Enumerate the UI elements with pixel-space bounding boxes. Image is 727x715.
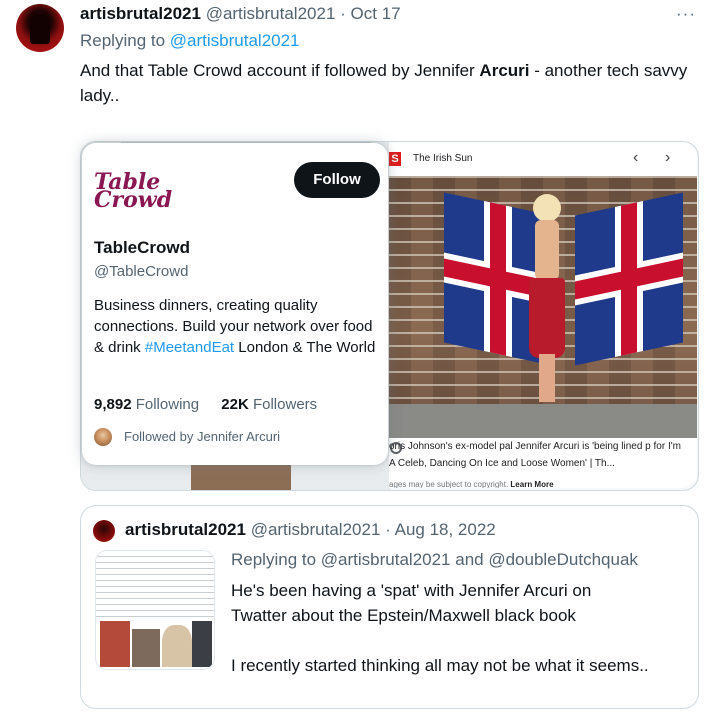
bio-text-end: London & The World (234, 339, 376, 356)
image-search-panel[interactable]: S The Irish Sun ‹ › oris Johnson's ex-mo… (389, 142, 697, 488)
timestamp[interactable]: Oct 17 (351, 4, 401, 23)
tweet-text-start: And that Table Crowd account if followed… (80, 61, 480, 80)
following-count: 9,892 (94, 396, 132, 413)
copyright-text: ages may be subject to copyright. (389, 480, 509, 488)
avatar[interactable] (16, 4, 64, 52)
followed-by-text: Followed by Jennifer Arcuri (124, 429, 281, 444)
quoted-text: He's been having a 'spat' with Jennifer … (231, 578, 651, 703)
quoted-separator: · (385, 520, 391, 539)
quoted-paragraph-1: He's been having a 'spat' with Jennifer … (231, 581, 592, 625)
follow-button[interactable]: Follow (294, 162, 380, 198)
tablecrowd-logo: Table Crowd (94, 171, 173, 213)
source-bar: S The Irish Sun ‹ › (389, 142, 697, 176)
quoted-replying-targets[interactable]: @artisbrutal2021 and @doubleDutchquak (321, 550, 638, 569)
person-figure (529, 194, 565, 404)
author-name[interactable]: artisbrutal2021 (80, 4, 201, 23)
following-stat[interactable]: 9,892 Following (94, 396, 199, 413)
profile-stats: 9,892 Following 22K Followers (94, 396, 317, 413)
logo-line-2: Crowd (94, 187, 173, 213)
quoted-timestamp[interactable]: Aug 18, 2022 (395, 520, 496, 539)
quoted-avatar[interactable] (93, 520, 115, 542)
quoted-replying-to: Replying to @artisbrutal2021 and @double… (231, 550, 638, 570)
author-handle[interactable]: @artisbrutal2021 (206, 4, 336, 23)
profile-name[interactable]: TableCrowd (94, 238, 190, 258)
quoted-media-thumbnail[interactable] (95, 550, 215, 670)
quoted-author-name[interactable]: artisbrutal2021 (125, 520, 246, 539)
more-options-icon[interactable]: ··· (676, 4, 696, 24)
chevron-right-icon[interactable]: › (665, 149, 670, 167)
learn-more-link[interactable]: Learn More (510, 480, 553, 488)
source-name[interactable]: The Irish Sun (413, 153, 472, 164)
avatar-figure (30, 14, 50, 44)
quoted-tweet[interactable]: artisbrutal2021 @artisbrutal2021 · Aug 1… (80, 505, 699, 709)
profile-bio: Business dinners, creating quality conne… (94, 295, 378, 358)
background-block (191, 462, 291, 490)
followers-stat[interactable]: 22K Followers (221, 396, 317, 413)
hashtag-link[interactable]: #MeetandEat (145, 339, 234, 356)
tweet-text-bold: Arcuri (479, 61, 530, 80)
profile-hover-card[interactable]: Table Crowd Follow TableCrowd @TableCrow… (82, 143, 388, 465)
following-label: Following (135, 396, 200, 413)
tweet-text: And that Table Crowd account if followed… (80, 58, 710, 108)
quoted-author-handle[interactable]: @artisbrutal2021 (251, 520, 381, 539)
pavement (389, 404, 697, 438)
copyright-note: ages may be subject to copyright. Learn … (389, 480, 554, 488)
quoted-header: artisbrutal2021 @artisbrutal2021 · Aug 1… (125, 520, 496, 540)
article-photo[interactable] (389, 176, 697, 454)
quoted-paragraph-2: I recently started thinking all may not … (231, 656, 649, 675)
flag-right (575, 192, 683, 366)
followers-count: 22K (221, 396, 249, 413)
replying-to-link[interactable]: @artisbrutal2021 (170, 31, 300, 50)
quoted-replying-prefix: Replying to (231, 550, 317, 569)
tweet[interactable]: artisbrutal2021 @artisbrutal2021 · Oct 1… (0, 0, 727, 715)
replying-prefix: Replying to (80, 31, 166, 50)
separator: · (340, 4, 346, 23)
replying-to: Replying to @artisbrutal2021 (80, 31, 300, 51)
image-caption[interactable]: oris Johnson's ex-model pal Jennifer Arc… (389, 438, 689, 472)
chevron-left-icon[interactable]: ‹ (633, 149, 638, 167)
source-logo: S (389, 152, 401, 166)
followers-label: Followers (252, 396, 318, 413)
followed-by[interactable]: Followed by Jennifer Arcuri (94, 428, 280, 446)
profile-handle[interactable]: @TableCrowd (94, 263, 188, 280)
tweet-header: artisbrutal2021 @artisbrutal2021 · Oct 1… (80, 4, 401, 24)
follower-avatar (94, 428, 112, 446)
